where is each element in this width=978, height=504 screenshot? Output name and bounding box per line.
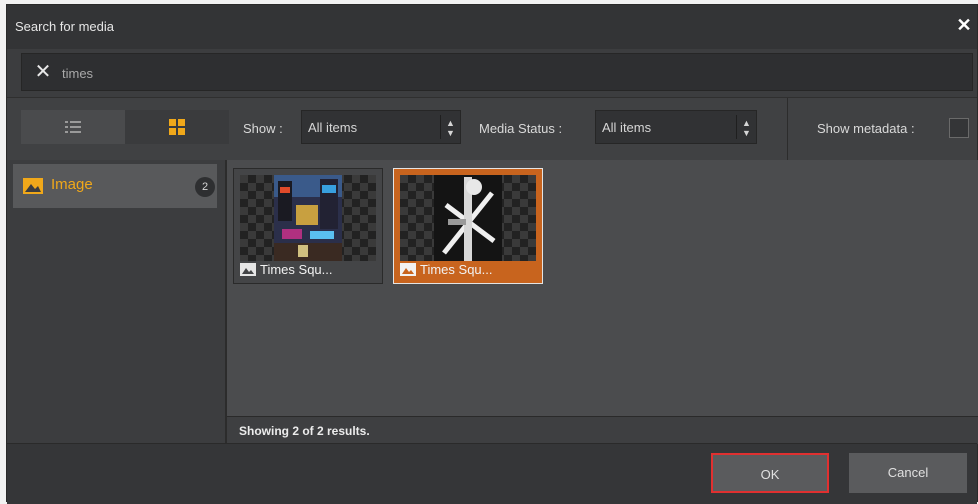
search-media-dialog: Search for media ✕ ✕ Show :: [6, 4, 978, 504]
times-square-photo: [274, 175, 342, 261]
media-tile[interactable]: Times Squ...: [233, 168, 383, 284]
tile-caption-text: Times Squ...: [260, 262, 333, 277]
show-metadata-checkbox[interactable]: [949, 118, 969, 138]
title-bar: Search for media ✕: [7, 5, 977, 49]
view-toggle: [21, 110, 229, 144]
item-count-badge: 2: [195, 177, 215, 197]
tile-caption-text: Times Squ...: [420, 262, 493, 277]
list-view-button[interactable]: [21, 110, 125, 144]
sidebar-item-image[interactable]: Image 2: [13, 164, 217, 208]
dialog-title: Search for media: [15, 19, 114, 34]
search-bar: ✕: [21, 53, 973, 91]
category-sidebar: Image 2: [7, 160, 227, 443]
image-icon: [23, 178, 43, 194]
media-thumbnail: [400, 175, 536, 261]
results-grid: Times Squ... Times Squ...: [227, 160, 978, 416]
image-icon: [400, 263, 416, 276]
grid-view-icon: [169, 119, 185, 135]
sidebar-item-label: Image: [51, 176, 93, 193]
grid-view-button[interactable]: [125, 110, 229, 144]
show-label: Show :: [243, 121, 283, 136]
search-input[interactable]: [60, 60, 944, 86]
results-status-bar: Showing 2 of 2 results.: [227, 416, 978, 444]
media-status-select[interactable]: All items ▲ ▼: [595, 110, 757, 144]
select-arrows-icon: ▲ ▼: [736, 115, 756, 139]
show-select-value: All items: [308, 120, 358, 135]
media-tile-selected[interactable]: Times Squ...: [393, 168, 543, 284]
media-status-label: Media Status :: [479, 121, 563, 136]
toolbar-divider: [787, 98, 788, 160]
clear-search-icon[interactable]: ✕: [32, 61, 54, 83]
media-thumbnail: [240, 175, 376, 261]
cancel-button[interactable]: Cancel: [849, 453, 967, 493]
list-view-icon: [65, 121, 81, 133]
results-count-text: Showing 2 of 2 results.: [239, 424, 370, 438]
times-square-sign-photo: [434, 175, 502, 261]
media-status-value: All items: [602, 120, 652, 135]
image-icon: [240, 263, 256, 276]
show-metadata-label: Show metadata :: [817, 121, 915, 136]
ok-button[interactable]: OK: [711, 453, 829, 493]
tile-caption: Times Squ...: [240, 262, 332, 277]
close-icon[interactable]: ✕: [955, 14, 973, 36]
select-arrows-icon: ▲ ▼: [440, 115, 460, 139]
show-select[interactable]: All items ▲ ▼: [301, 110, 461, 144]
tile-caption: Times Squ...: [400, 262, 492, 277]
toolbar: Show : All items ▲ ▼ Media Status : All i…: [7, 97, 977, 161]
dialog-footer: OK Cancel: [7, 443, 977, 504]
